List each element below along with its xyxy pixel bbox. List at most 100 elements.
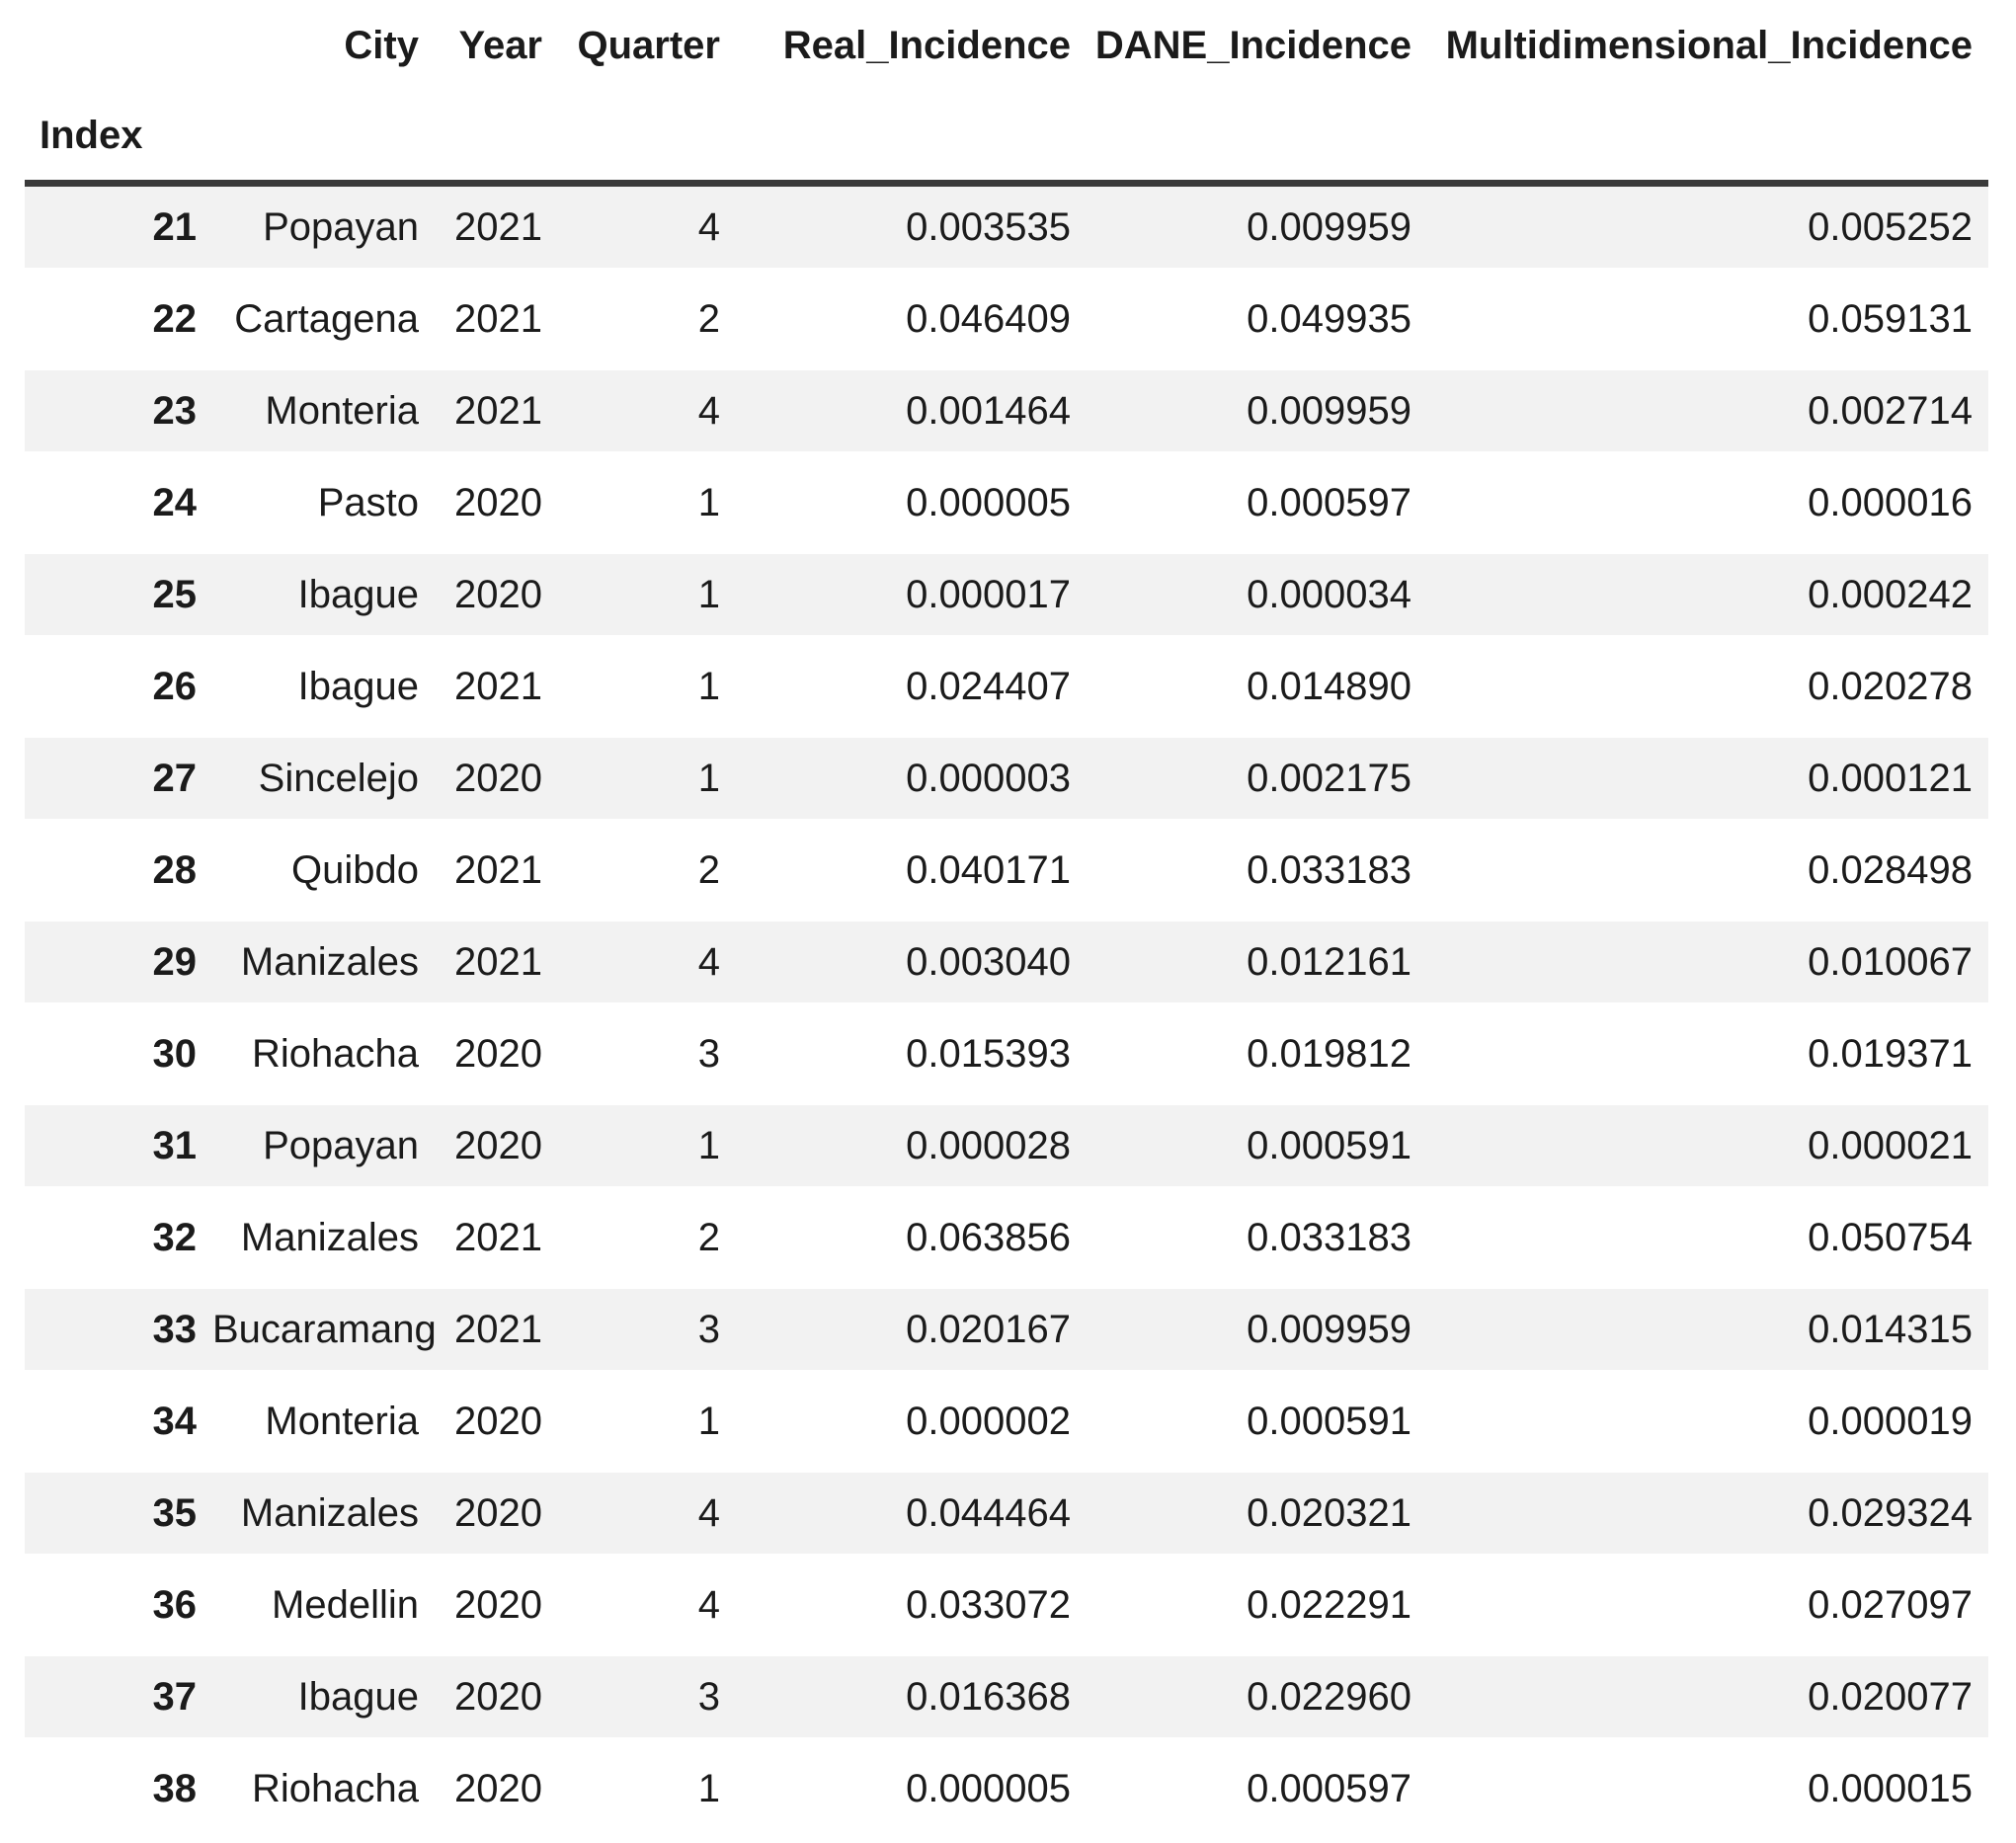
- row-index: 37: [25, 1656, 212, 1748]
- row-index: 24: [25, 462, 212, 554]
- dataframe-view: City Year Quarter Real_Incidence DANE_Incide…: [0, 0, 2016, 1843]
- cell-dane_incidence: 0.022291: [1087, 1564, 1427, 1656]
- cell-multidimensional_incidence: 0.000121: [1427, 738, 1988, 830]
- dataframe-table: City Year Quarter Real_Incidence DANE_Incide…: [25, 0, 1988, 1840]
- cell-quarter: 3: [558, 1013, 736, 1105]
- table-row: 27 Sincelejo 2020 1 0.000003 0.002175 0.000121: [25, 738, 1988, 830]
- cell-multidimensional_incidence: 0.027097: [1427, 1564, 1988, 1656]
- cell-real_incidence: 0.044464: [736, 1473, 1087, 1564]
- cell-dane_incidence: 0.000591: [1087, 1381, 1427, 1473]
- row-index: 22: [25, 279, 212, 370]
- cell-year: 2020: [435, 554, 558, 646]
- cell-city: Quibdo: [212, 830, 435, 922]
- cell-city: Sincelejo: [212, 738, 435, 830]
- table-row: 32 Manizales 2021 2 0.063856 0.033183 0.050754: [25, 1197, 1988, 1289]
- table-row: 35 Manizales 2020 4 0.044464 0.020321 0.029324: [25, 1473, 1988, 1564]
- cell-dane_incidence: 0.000591: [1087, 1105, 1427, 1197]
- cell-dane_incidence: 0.019812: [1087, 1013, 1427, 1105]
- cell-quarter: 4: [558, 1564, 736, 1656]
- cell-dane_incidence: 0.000597: [1087, 462, 1427, 554]
- cell-city: Monteria: [212, 370, 435, 462]
- index-row-spacer: [212, 91, 1988, 187]
- column-header-multidimensional_incidence: Multidimensional_Incidence: [1427, 0, 1988, 91]
- cell-multidimensional_incidence: 0.020077: [1427, 1656, 1988, 1748]
- cell-city: Ibague: [212, 1656, 435, 1748]
- cell-quarter: 1: [558, 1105, 736, 1197]
- cell-real_incidence: 0.024407: [736, 646, 1087, 738]
- cell-real_incidence: 0.000002: [736, 1381, 1087, 1473]
- row-index: 34: [25, 1381, 212, 1473]
- cell-year: 2020: [435, 1656, 558, 1748]
- cell-real_incidence: 0.000017: [736, 554, 1087, 646]
- cell-quarter: 2: [558, 279, 736, 370]
- cell-year: 2021: [435, 922, 558, 1013]
- cell-dane_incidence: 0.014890: [1087, 646, 1427, 738]
- cell-multidimensional_incidence: 0.014315: [1427, 1289, 1988, 1381]
- column-header-quarter: Quarter: [558, 0, 736, 91]
- cell-real_incidence: 0.000003: [736, 738, 1087, 830]
- cell-quarter: 3: [558, 1656, 736, 1748]
- cell-city: Riohacha: [212, 1748, 435, 1840]
- row-index: 33: [25, 1289, 212, 1381]
- table-body: 21 Popayan 2021 4 0.003535 0.009959 0.005252 22…: [25, 187, 1988, 1840]
- cell-city: Ibague: [212, 554, 435, 646]
- row-index: 38: [25, 1748, 212, 1840]
- table-row: 30 Riohacha 2020 3 0.015393 0.019812 0.019371: [25, 1013, 1988, 1105]
- cell-multidimensional_incidence: 0.000242: [1427, 554, 1988, 646]
- cell-quarter: 1: [558, 554, 736, 646]
- cell-multidimensional_incidence: 0.000021: [1427, 1105, 1988, 1197]
- cell-quarter: 4: [558, 370, 736, 462]
- cell-year: 2020: [435, 1473, 558, 1564]
- index-label: Index: [25, 91, 212, 187]
- cell-city: Manizales: [212, 1473, 435, 1564]
- column-header-dane_incidence: DANE_Incidence: [1087, 0, 1427, 91]
- cell-dane_incidence: 0.002175: [1087, 738, 1427, 830]
- cell-dane_incidence: 0.000597: [1087, 1748, 1427, 1840]
- cell-dane_incidence: 0.049935: [1087, 279, 1427, 370]
- cell-year: 2021: [435, 370, 558, 462]
- row-index: 31: [25, 1105, 212, 1197]
- table-row: 38 Riohacha 2020 1 0.000005 0.000597 0.000015: [25, 1748, 1988, 1840]
- column-header-year: Year: [435, 0, 558, 91]
- table-header: City Year Quarter Real_Incidence DANE_Incide…: [25, 0, 1988, 187]
- cell-multidimensional_incidence: 0.005252: [1427, 187, 1988, 279]
- cell-multidimensional_incidence: 0.028498: [1427, 830, 1988, 922]
- cell-real_incidence: 0.016368: [736, 1656, 1087, 1748]
- cell-city: Monteria: [212, 1381, 435, 1473]
- cell-real_incidence: 0.003040: [736, 922, 1087, 1013]
- row-index: 35: [25, 1473, 212, 1564]
- cell-quarter: 2: [558, 1197, 736, 1289]
- cell-multidimensional_incidence: 0.059131: [1427, 279, 1988, 370]
- cell-year: 2020: [435, 462, 558, 554]
- table-row: 34 Monteria 2020 1 0.000002 0.000591 0.000019: [25, 1381, 1988, 1473]
- cell-real_incidence: 0.063856: [736, 1197, 1087, 1289]
- cell-dane_incidence: 0.022960: [1087, 1656, 1427, 1748]
- table-row: 31 Popayan 2020 1 0.000028 0.000591 0.000021: [25, 1105, 1988, 1197]
- cell-real_incidence: 0.020167: [736, 1289, 1087, 1381]
- cell-city: Popayan: [212, 1105, 435, 1197]
- row-index: 27: [25, 738, 212, 830]
- cell-multidimensional_incidence: 0.019371: [1427, 1013, 1988, 1105]
- cell-multidimensional_incidence: 0.000015: [1427, 1748, 1988, 1840]
- row-index: 36: [25, 1564, 212, 1656]
- cell-quarter: 1: [558, 738, 736, 830]
- cell-dane_incidence: 0.009959: [1087, 1289, 1427, 1381]
- cell-city: Pasto: [212, 462, 435, 554]
- cell-year: 2021: [435, 1289, 558, 1381]
- row-index: 29: [25, 922, 212, 1013]
- cell-year: 2020: [435, 1748, 558, 1840]
- cell-dane_incidence: 0.012161: [1087, 922, 1427, 1013]
- cell-city: Manizales: [212, 1197, 435, 1289]
- cell-multidimensional_incidence: 0.000016: [1427, 462, 1988, 554]
- cell-real_incidence: 0.040171: [736, 830, 1087, 922]
- cell-year: 2021: [435, 646, 558, 738]
- cell-city: Riohacha: [212, 1013, 435, 1105]
- cell-quarter: 1: [558, 646, 736, 738]
- cell-multidimensional_incidence: 0.000019: [1427, 1381, 1988, 1473]
- cell-dane_incidence: 0.020321: [1087, 1473, 1427, 1564]
- table-row: 28 Quibdo 2021 2 0.040171 0.033183 0.028498: [25, 830, 1988, 922]
- cell-quarter: 1: [558, 1381, 736, 1473]
- cell-year: 2020: [435, 1105, 558, 1197]
- cell-multidimensional_incidence: 0.050754: [1427, 1197, 1988, 1289]
- cell-quarter: 4: [558, 922, 736, 1013]
